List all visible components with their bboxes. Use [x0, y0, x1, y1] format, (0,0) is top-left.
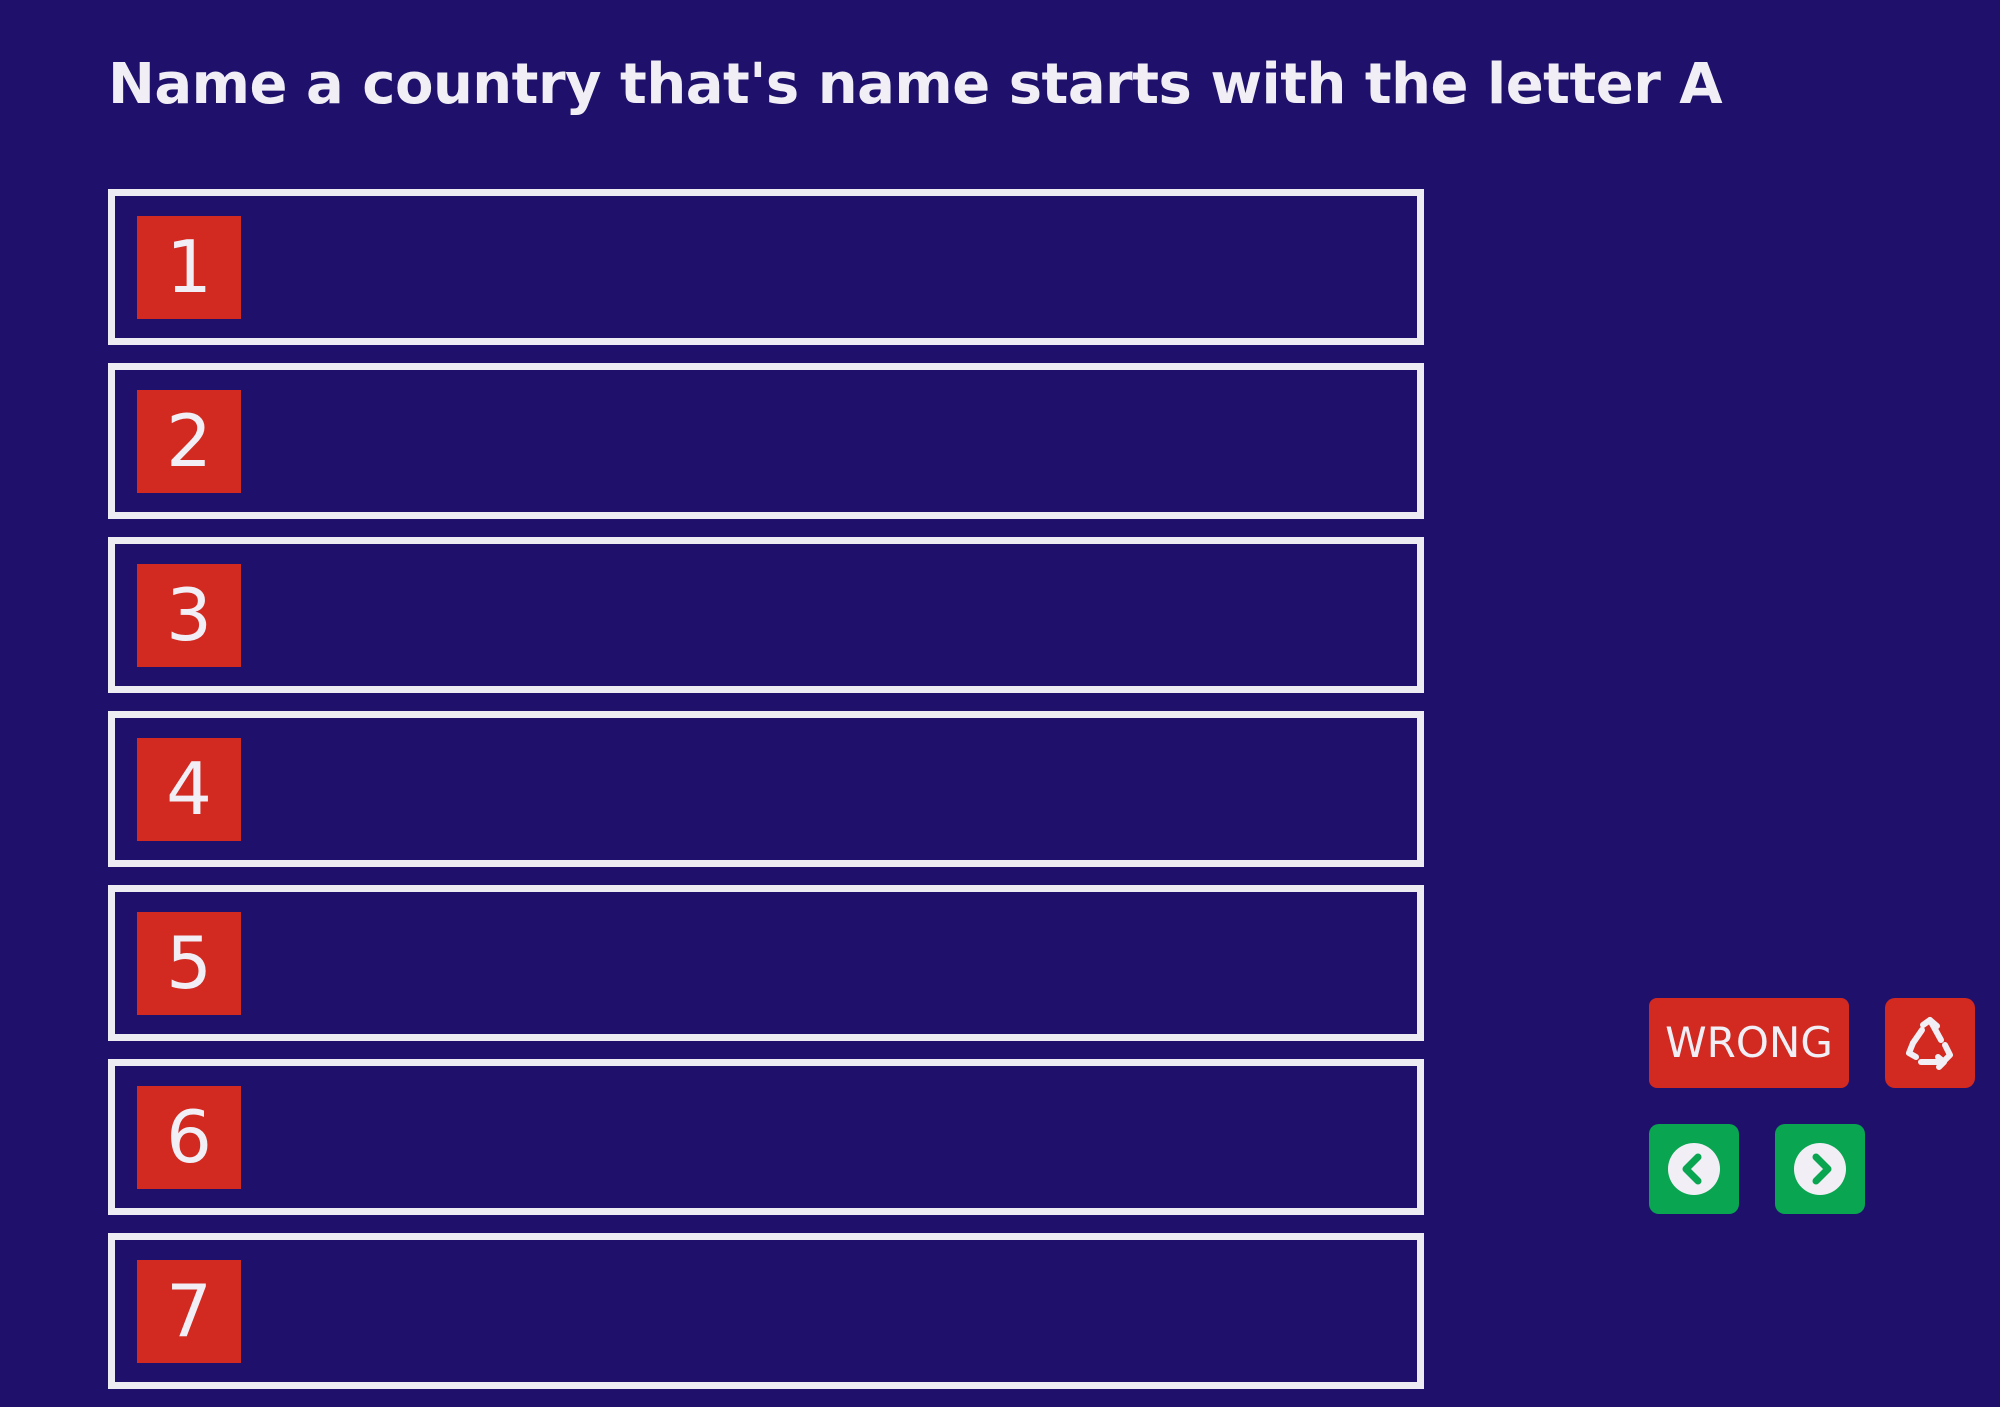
recycle-icon — [1906, 1017, 1953, 1070]
chevron-left-circle-icon — [1668, 1143, 1720, 1195]
answer-slot-5[interactable]: 5 — [108, 885, 1424, 1041]
answer-slot-3[interactable]: 3 — [108, 537, 1424, 693]
answer-rank-badge: 5 — [137, 912, 241, 1015]
answer-rank-badge: 3 — [137, 564, 241, 667]
answer-slot-7[interactable]: 7 — [108, 1233, 1424, 1389]
answer-text — [275, 892, 1397, 1034]
answer-rank-badge: 4 — [137, 738, 241, 841]
answer-text — [275, 196, 1397, 338]
answer-text — [275, 544, 1397, 686]
answer-text — [275, 1240, 1397, 1382]
answer-rank-badge: 1 — [137, 216, 241, 319]
answer-text — [275, 370, 1397, 512]
reset-button[interactable] — [1885, 998, 1975, 1088]
previous-button[interactable] — [1649, 1124, 1739, 1214]
answer-text — [275, 1066, 1397, 1208]
chevron-right-circle-icon — [1794, 1143, 1846, 1195]
wrong-button[interactable]: WRONG — [1649, 998, 1849, 1088]
answer-text — [275, 718, 1397, 860]
answer-board: 1 2 3 4 5 6 7 — [108, 189, 1424, 1407]
answer-rank-badge: 2 — [137, 390, 241, 493]
answer-slot-4[interactable]: 4 — [108, 711, 1424, 867]
answer-slot-1[interactable]: 1 — [108, 189, 1424, 345]
answer-slot-6[interactable]: 6 — [108, 1059, 1424, 1215]
answer-slot-2[interactable]: 2 — [108, 363, 1424, 519]
answer-rank-badge: 6 — [137, 1086, 241, 1189]
answer-rank-badge: 7 — [137, 1260, 241, 1363]
question-title: Name a country that's name starts with t… — [108, 52, 1723, 117]
next-button[interactable] — [1775, 1124, 1865, 1214]
